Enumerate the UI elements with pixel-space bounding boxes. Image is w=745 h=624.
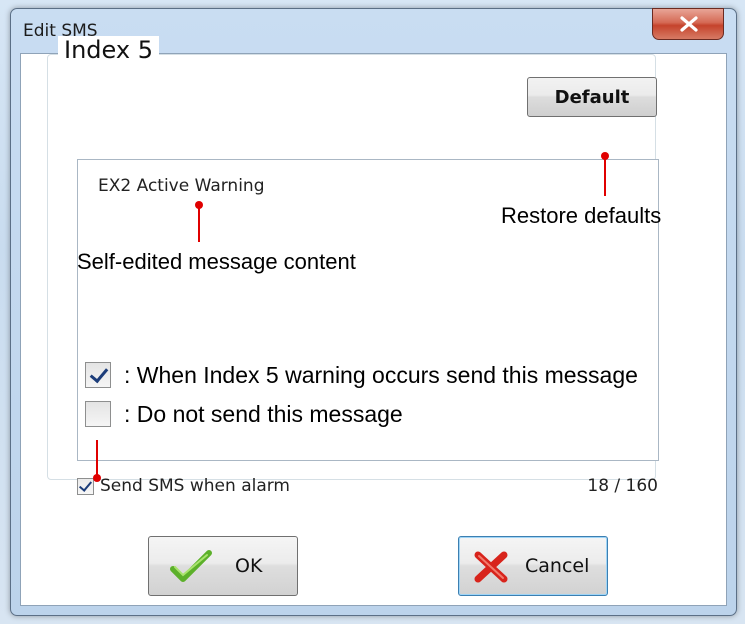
legend-checked-checkbox-icon xyxy=(85,362,111,388)
annotation-line-default xyxy=(604,156,606,196)
legend-unchecked-checkbox-icon xyxy=(85,401,111,427)
cancel-button[interactable]: Cancel xyxy=(458,536,608,596)
send-sms-row[interactable]: Send SMS when alarm xyxy=(77,474,290,498)
close-x-icon xyxy=(680,16,698,32)
annotation-restore-defaults: Restore defaults xyxy=(501,203,662,228)
cancel-button-label: Cancel xyxy=(525,555,590,577)
send-sms-label: Send SMS when alarm xyxy=(100,476,290,496)
ok-button-label: OK xyxy=(235,555,263,577)
default-button-label: Default xyxy=(554,86,630,108)
message-content: EX2 Active Warning xyxy=(98,176,265,196)
red-x-icon xyxy=(474,551,508,583)
close-button[interactable] xyxy=(652,8,724,40)
annotation-dot-send xyxy=(93,474,101,482)
default-button[interactable]: Default xyxy=(527,77,657,117)
legend-unchecked-text: : Do not send this message xyxy=(124,401,403,427)
annotation-line-message xyxy=(198,205,200,242)
ok-button[interactable]: OK xyxy=(148,536,298,596)
annotation-line-send xyxy=(96,440,98,476)
legend-checked-text: : When Index 5 warning occurs send this … xyxy=(124,362,638,388)
green-check-icon xyxy=(170,550,212,582)
group-title: Index 5 xyxy=(58,36,159,64)
send-sms-checkbox[interactable] xyxy=(77,477,94,495)
annotation-self-edited: Self-edited message content xyxy=(77,249,356,274)
character-counter: 18 / 160 xyxy=(587,476,658,496)
